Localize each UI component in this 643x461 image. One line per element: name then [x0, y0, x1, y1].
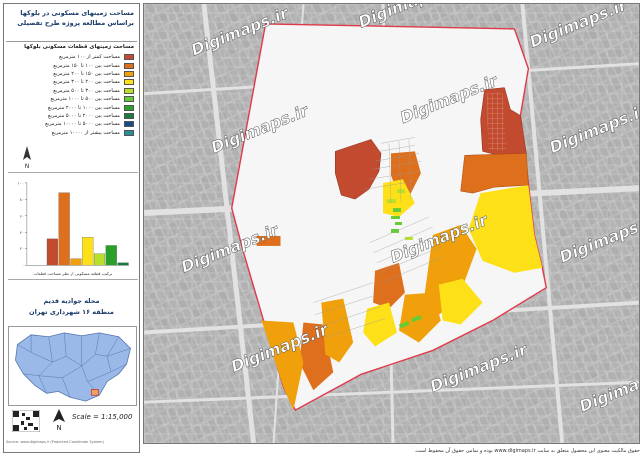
area-title: محله جوادیه قدیم منطقه ۱۶ شهرداری تهران	[6, 296, 137, 326]
legend-label: مساحت بین ۱۵۰ تا ۲۰۰ مترمربع	[53, 70, 120, 77]
legend-label: مساحت بیشتر از ۱۰۰۰۰ مترمربع	[51, 129, 120, 136]
chart-caption: ترکیب قطعه مسکونی از نظر مساحت قطعات	[34, 271, 113, 276]
tehran-locator-map	[8, 326, 137, 406]
legend-item: مساحت بین ۵۰۰ تا ۱۰۰۰ مترمربع	[9, 95, 134, 103]
legend-swatch	[124, 70, 134, 77]
chart-bar	[58, 192, 70, 266]
legend-swatch	[124, 129, 134, 136]
legend-heading: مساحت زمینهای قطعات مسکونی بلوکها	[24, 44, 134, 50]
neighborhood-name: محله جوادیه قدیم	[43, 297, 100, 305]
info-panel: مساحت زمینهای مسکونی در بلوکها براساس مط…	[3, 3, 140, 453]
map-title-line1: مساحت زمینهای مسکونی در بلوکها	[20, 9, 134, 17]
legend-swatch	[124, 121, 134, 128]
scale-row: N Scale = 1:15,000	[6, 406, 137, 436]
legend: مساحت زمینهای قطعات مسکونی بلوکها مساحت …	[6, 42, 137, 140]
legend-label: مساحت بین ۳۰۰ تا ۵۰۰ مترمربع	[53, 87, 120, 94]
legend-item: مساحت بیشتر از ۱۰۰۰۰ مترمربع	[9, 129, 134, 137]
legend-label: مساحت بین ۲۰۰۰ تا ۵۰۰۰ مترمربع	[47, 112, 120, 119]
legend-label: مساحت بین ۱۰۰۰ تا ۲۰۰۰ مترمربع	[47, 104, 120, 111]
north-arrow-icon: N	[23, 146, 31, 170]
legend-item: مساحت بین ۲۰۰ تا ۳۰۰ مترمربع	[9, 78, 134, 86]
legend-swatch	[124, 87, 134, 94]
legend-label: مساحت بین ۵۰۰۰ تا ۱۰۰۰۰ مترمربع	[45, 121, 120, 128]
legend-item: مساحت بین ۱۰۰۰ تا ۲۰۰۰ مترمربع	[9, 103, 134, 111]
map-title-line2: براساس مطالعه پروژه طرح تفصیلی	[17, 19, 134, 27]
chart-bar	[93, 253, 106, 266]
district-name: منطقه ۱۶ شهرداری تهران	[29, 308, 114, 316]
copyright-notice: حقوق مالکیت معنوی این محصول متعلق به سای…	[414, 448, 640, 454]
legend-item: مساحت کمتر از ۱۰۰ مترمربع	[9, 53, 134, 61]
legend-item: مساحت بین ۱۰۰ تا ۱۵۰ مترمربع	[9, 61, 134, 69]
qr-code-icon	[12, 410, 40, 432]
north-symbol-icon: N	[53, 409, 65, 432]
chart-bar	[46, 238, 58, 266]
chart-ytick-label: ۱۰۰	[18, 180, 24, 185]
legend-label: مساحت بین ۵۰۰ تا ۱۰۰۰ مترمربع	[50, 96, 121, 103]
chart-ytick-label: ۲۰	[20, 246, 24, 251]
legend-swatch	[124, 54, 134, 61]
legend-swatch	[124, 104, 134, 111]
legend-swatch	[124, 79, 134, 86]
legend-label: مساحت کمتر از ۱۰۰ مترمربع	[59, 54, 120, 61]
chart-bar	[117, 262, 129, 266]
legend-label: مساحت بین ۱۰۰ تا ۱۵۰ مترمربع	[53, 62, 120, 69]
legend-swatch	[124, 62, 134, 69]
legend-item: مساحت بین ۱۵۰ تا ۲۰۰ مترمربع	[9, 70, 134, 78]
map-title: مساحت زمینهای مسکونی در بلوکها براساس مط…	[6, 6, 137, 42]
chart-ytick-label: ۴۰	[20, 230, 24, 235]
legend-item: مساحت بین ۵۰۰۰ تا ۱۰۰۰۰ مترمربع	[9, 120, 134, 128]
legend-rows: مساحت کمتر از ۱۰۰ مترمربع مساحت بین ۱۰۰ ت…	[9, 53, 134, 137]
chart-ytick-label: ۰	[22, 263, 24, 268]
source-note: Source: www.digimaps.ir (Projected Coord…	[6, 440, 104, 444]
svg-text:N: N	[25, 163, 30, 170]
map-scale: Scale = 1:15,000	[72, 413, 133, 421]
legend-item: مساحت بین ۲۰۰۰ تا ۵۰۰۰ مترمربع	[9, 112, 134, 120]
chart-bar	[70, 258, 82, 266]
chart-ytick-label: ۶۰	[20, 213, 24, 218]
chart-ytick-label: ۸۰	[20, 197, 24, 202]
chart-bar	[105, 245, 117, 266]
study-area-marker	[91, 389, 99, 396]
legend-item: مساحت بین ۳۰۰ تا ۵۰۰ مترمربع	[9, 87, 134, 95]
svg-text:N: N	[56, 424, 61, 432]
main-map: Digimaps.ir Digimaps.irDigimaps.irDigimap…	[143, 3, 640, 444]
parcel-area-chart: ۰ ۲۰ ۴۰ ۶۰ ۸۰ ۱۰۰ ترکیب قطعه مسکونی از نظر مسا…	[8, 172, 138, 280]
legend-swatch	[124, 112, 134, 119]
legend-swatch	[124, 96, 134, 103]
chart-bar	[82, 237, 94, 266]
tehran-districts	[15, 332, 131, 402]
legend-label: مساحت بین ۲۰۰ تا ۳۰۰ مترمربع	[53, 79, 120, 86]
